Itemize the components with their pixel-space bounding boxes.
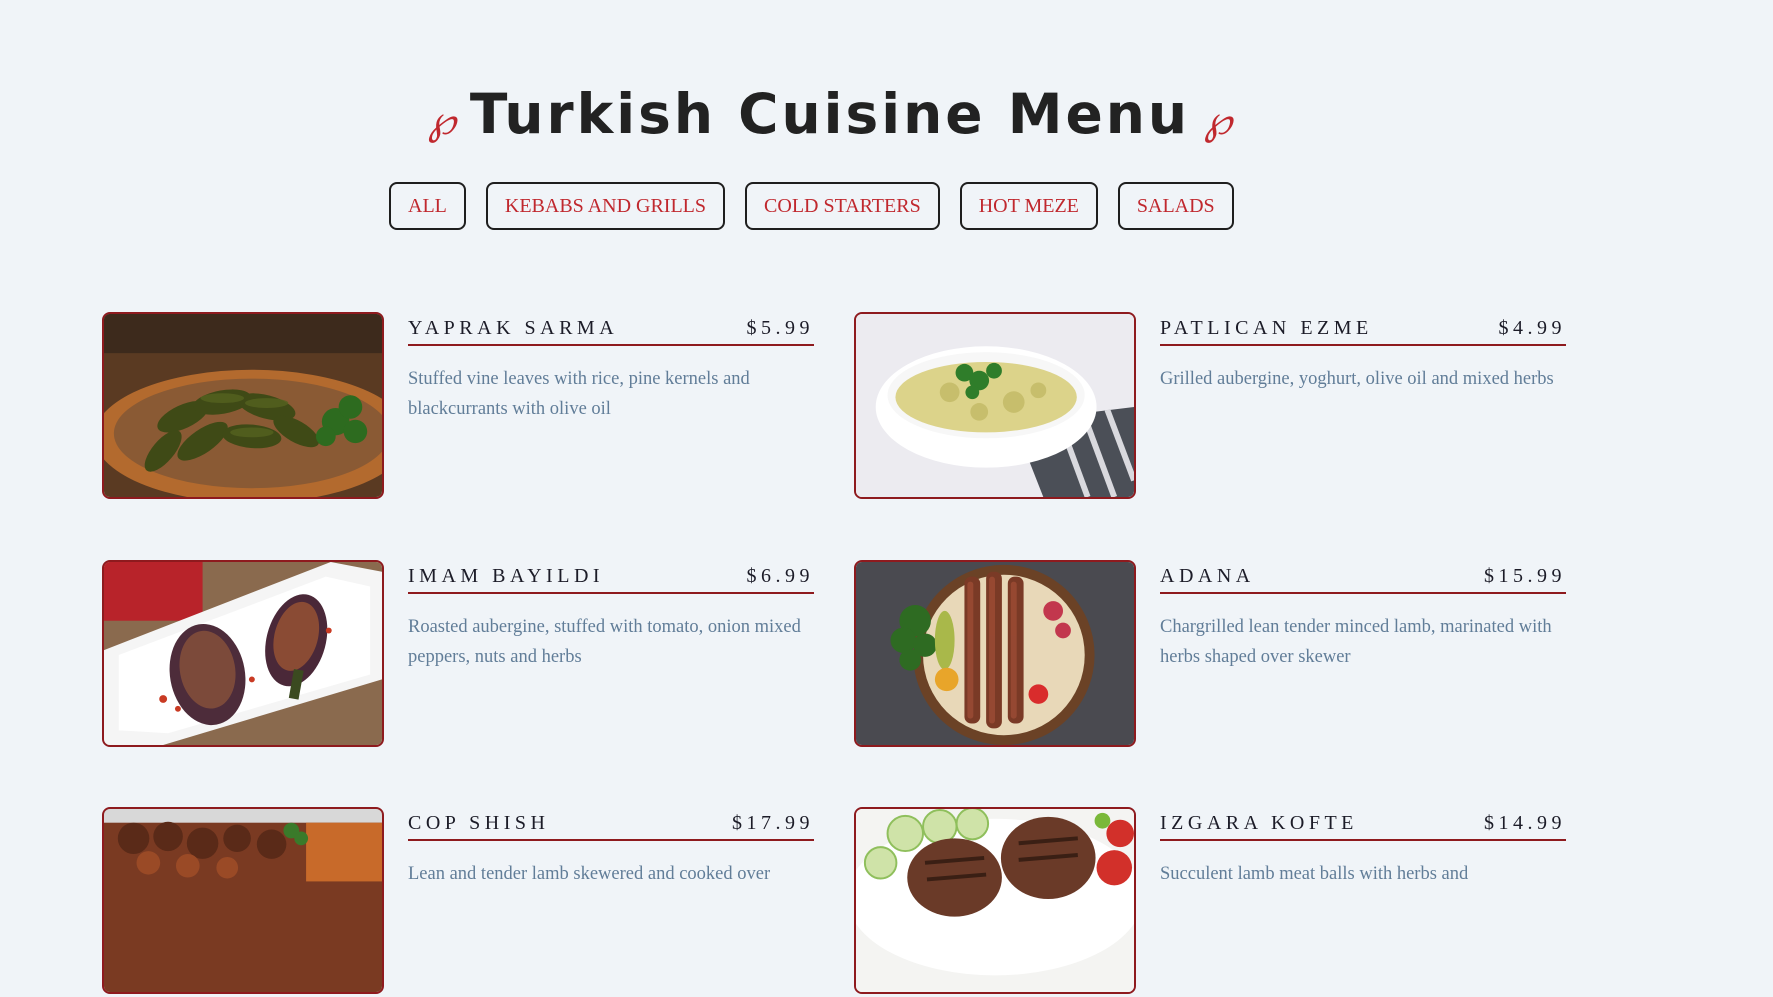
page-title: Turkish Cuisine Menu	[469, 82, 1191, 146]
category-filter-bar: ALL KEBABS AND GRILLS COLD STARTERS HOT …	[389, 182, 1234, 230]
item-name: IZGARA KOFTE	[1160, 811, 1358, 834]
item-price: $5.99	[746, 316, 814, 339]
menu-item: ADANA $15.99 Chargrilled lean tender min…	[854, 560, 1586, 750]
item-info: IZGARA KOFTE $14.99 Succulent lamb meat …	[1160, 807, 1566, 889]
item-name: PATLICAN EZME	[1160, 316, 1373, 339]
item-description: Grilled aubergine, yoghurt, olive oil an…	[1160, 369, 1554, 389]
flourish-right-icon: ℘	[1204, 98, 1232, 144]
item-price: $6.99	[746, 564, 814, 587]
item-price: $4.99	[1498, 316, 1566, 339]
filter-hot-meze-button[interactable]: HOT MEZE	[959, 182, 1098, 230]
filter-kebabs-button[interactable]: KEBABS AND GRILLS	[485, 182, 726, 230]
item-info: IMAM BAYILDI $6.99 Roasted aubergine, st…	[408, 560, 814, 672]
item-description: Chargrilled lean tender minced lamb, mar…	[1160, 617, 1552, 667]
flourish-left-icon: ℘	[428, 98, 456, 144]
menu-item: IMAM BAYILDI $6.99 Roasted aubergine, st…	[102, 560, 834, 750]
item-header: COP SHISH $17.99	[408, 807, 814, 841]
adana-kebab-photo	[854, 560, 1136, 747]
item-description: Succulent lamb meat balls with herbs and	[1160, 864, 1469, 884]
item-description: Stuffed vine leaves with rice, pine kern…	[408, 369, 750, 419]
kofte-photo	[854, 807, 1136, 994]
menu-item: PATLICAN EZME $4.99 Grilled aubergine, y…	[854, 312, 1586, 502]
page-header: ℘ Turkish Cuisine Menu ℘	[0, 82, 1660, 146]
stuffed-vine-leaves-photo	[102, 312, 384, 499]
item-price: $17.99	[732, 811, 814, 834]
menu-item: IZGARA KOFTE $14.99 Succulent lamb meat …	[854, 807, 1586, 997]
item-info: YAPRAK SARMA $5.99 Stuffed vine leaves w…	[408, 312, 814, 424]
item-header: YAPRAK SARMA $5.99	[408, 312, 814, 346]
item-header: PATLICAN EZME $4.99	[1160, 312, 1566, 346]
item-description: Roasted aubergine, stuffed with tomato, …	[408, 617, 801, 667]
item-name: YAPRAK SARMA	[408, 316, 619, 339]
item-name: ADANA	[1160, 564, 1255, 587]
stuffed-aubergine-photo	[102, 560, 384, 747]
item-info: COP SHISH $17.99 Lean and tender lamb sk…	[408, 807, 814, 889]
filter-salads-button[interactable]: SALADS	[1117, 182, 1234, 230]
item-info: PATLICAN EZME $4.99 Grilled aubergine, y…	[1160, 312, 1566, 394]
item-header: IZGARA KOFTE $14.99	[1160, 807, 1566, 841]
item-price: $15.99	[1484, 564, 1566, 587]
aubergine-dip-photo	[854, 312, 1136, 499]
item-name: COP SHISH	[408, 811, 550, 834]
menu-item: COP SHISH $17.99 Lean and tender lamb sk…	[102, 807, 834, 997]
filter-cold-starters-button[interactable]: COLD STARTERS	[745, 182, 940, 230]
item-price: $14.99	[1484, 811, 1566, 834]
item-header: ADANA $15.99	[1160, 560, 1566, 594]
cop-shish-photo	[102, 807, 384, 994]
menu-item: YAPRAK SARMA $5.99 Stuffed vine leaves w…	[102, 312, 834, 502]
item-header: IMAM BAYILDI $6.99	[408, 560, 814, 594]
item-name: IMAM BAYILDI	[408, 564, 605, 587]
filter-all-button[interactable]: ALL	[389, 182, 466, 230]
item-description: Lean and tender lamb skewered and cooked…	[408, 864, 771, 884]
item-info: ADANA $15.99 Chargrilled lean tender min…	[1160, 560, 1566, 672]
